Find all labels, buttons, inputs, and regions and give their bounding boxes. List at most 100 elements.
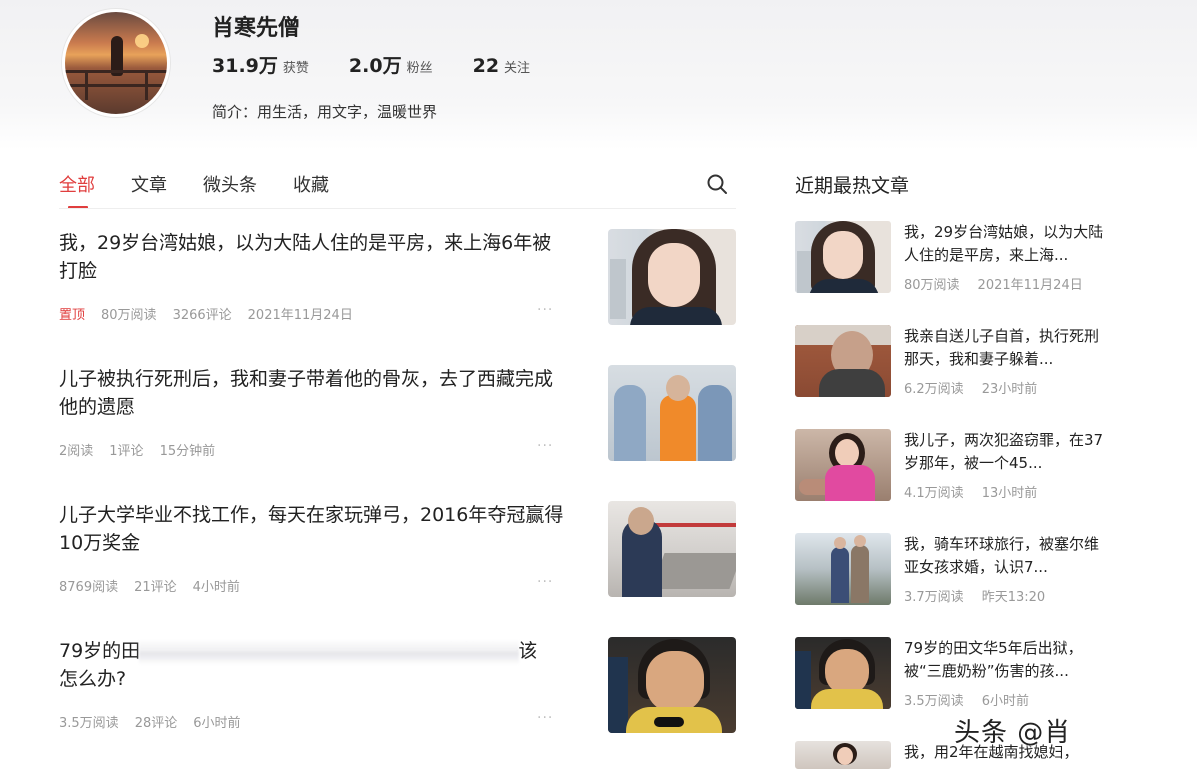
thumbnail-table-shape: [651, 553, 736, 589]
sidebar-article-thumbnail[interactable]: [795, 741, 891, 769]
thumbnail-body-shape: [809, 279, 879, 293]
thumbnail-banner-shape: [648, 523, 736, 527]
more-options-icon[interactable]: ···: [537, 438, 553, 454]
feed-item[interactable]: 79岁的田害的孩子该 怎么办? 3.5万阅读 28评论 6小时前 ···: [59, 637, 736, 737]
watermark-text: 头条 @肖: [954, 718, 1072, 748]
sidebar-article-title[interactable]: 我，骑车环球旅行，被塞尔维亚女孩求婚，认识7...: [904, 533, 1104, 579]
more-options-icon[interactable]: ···: [537, 710, 553, 726]
sidebar-article[interactable]: 我，骑车环球旅行，被塞尔维亚女孩求婚，认识7... 3.7万阅读 昨天13:20: [795, 533, 1105, 613]
avatar-railing-post: [145, 70, 148, 100]
sidebar-article-title[interactable]: 我儿子，两次犯盗窃罪，在37岁那年，被一个45...: [904, 429, 1104, 475]
thumbnail-head-shape: [834, 537, 846, 549]
thumbnail-figure-shape: [698, 385, 732, 461]
publish-time: 6小时前: [981, 694, 1029, 709]
tab-favorites[interactable]: 收藏: [293, 171, 329, 197]
sidebar-article-meta: 80万阅读 2021年11月24日: [904, 274, 1101, 293]
thumbnail-head-shape: [854, 535, 866, 547]
sidebar-article-thumbnail[interactable]: [795, 325, 891, 397]
feed-item-title[interactable]: 儿子大学毕业不找工作，每天在家玩弹弓，2016年夺冠赢得10万奖金: [59, 501, 569, 557]
publish-time: 2021年11月24日: [247, 308, 353, 323]
thumbnail-figure-shape: [851, 545, 869, 603]
sidebar-article-meta: 6.2万阅读 23小时前: [904, 378, 1055, 397]
feed-item-thumbnail[interactable]: [608, 637, 736, 733]
read-count: 6.2万阅读: [904, 382, 964, 397]
stat-following[interactable]: 22 关注: [473, 55, 530, 77]
sidebar-article-thumbnail[interactable]: [795, 533, 891, 605]
tab-all[interactable]: 全部: [59, 171, 95, 197]
avatar-railing-shape: [65, 84, 167, 87]
feed-item-meta: 置顶 80万阅读 3266评论 2021年11月24日: [59, 304, 369, 323]
thumbnail-figure-shape: [614, 385, 646, 461]
thumbnail-building-shape: [610, 259, 626, 319]
profile-bio: 简介：用生活，用文字，温暖世界: [212, 103, 438, 121]
stat-followers[interactable]: 2.0万 粉丝: [349, 51, 433, 78]
tab-micro-posts[interactable]: 微头条: [203, 171, 257, 197]
comment-count[interactable]: 1评论: [109, 440, 143, 459]
thumbnail-body-shape: [630, 307, 722, 325]
sidebar-article[interactable]: 79岁的田文华5年后出狱，被“三鹿奶粉”伤害的孩... 3.5万阅读 6小时前: [795, 637, 1105, 717]
feed-item-thumbnail[interactable]: [608, 229, 736, 325]
stat-value: 22: [472, 55, 500, 77]
thumbnail-face-shape: [648, 243, 700, 307]
sidebar-article-meta: 4.1万阅读 13小时前: [904, 482, 1055, 501]
pinned-badge: 置顶: [59, 308, 86, 323]
search-icon[interactable]: [706, 173, 728, 195]
tabs-divider: [59, 208, 736, 209]
sidebar-article-title[interactable]: 我，29岁台湾姑娘，以为大陆人住的是平房，来上海...: [904, 221, 1104, 267]
sidebar-article[interactable]: 我，29岁台湾姑娘，以为大陆人住的是平房，来上海... 80万阅读 2021年1…: [795, 221, 1105, 301]
thumbnail-face-shape: [837, 747, 853, 765]
thumbnail-body-shape: [811, 689, 883, 709]
sidebar-article-title[interactable]: 我亲自送儿子自首，执行死刑那天，我和妻子躲着...: [904, 325, 1104, 371]
sidebar-title: 近期最热文章: [795, 175, 910, 197]
publish-time: 2021年11月24日: [977, 278, 1083, 293]
stat-value: 31.9万: [212, 55, 278, 77]
thumbnail-figure-shape: [795, 651, 811, 709]
sidebar-article-thumbnail[interactable]: [795, 221, 891, 293]
sidebar-article[interactable]: 我儿子，两次犯盗窃罪，在37岁那年，被一个45... 4.1万阅读 13小时前: [795, 429, 1105, 509]
profile-header-background: [0, 0, 1197, 150]
thumbnail-body-shape: [825, 465, 875, 501]
thumbnail-face-shape: [823, 231, 863, 279]
read-count: 8769阅读: [59, 580, 119, 595]
feed-item-title[interactable]: 我，29岁台湾姑娘，以为大陆人住的是平房，来上海6年被打脸: [59, 229, 569, 285]
feed-item[interactable]: 儿子大学毕业不找工作，每天在家玩弹弓，2016年夺冠赢得10万奖金 8769阅读…: [59, 501, 736, 601]
publish-time: 昨天13:20: [981, 590, 1046, 605]
feed-item-meta: 3.5万阅读 28评论 6小时前: [59, 712, 257, 731]
feed-item-title[interactable]: 儿子被执行死刑后，我和妻子带着他的骨灰，去了西藏完成他的遗愿: [59, 365, 569, 421]
profile-name: 肖寒先僧: [212, 16, 301, 41]
thumbnail-mic-shape: [654, 717, 684, 727]
thumbnail-face-shape: [835, 439, 859, 467]
thumbnail-head-shape: [666, 375, 690, 401]
sidebar-article-meta: 3.7万阅读 昨天13:20: [904, 586, 1063, 605]
publish-time: 4小时前: [192, 580, 240, 595]
feed-item-thumbnail[interactable]: [608, 365, 736, 461]
read-count: 80万阅读: [904, 278, 960, 293]
stat-value: 2.0万: [348, 55, 402, 77]
more-options-icon[interactable]: ···: [537, 302, 553, 318]
feed-item[interactable]: 我，29岁台湾姑娘，以为大陆人住的是平房，来上海6年被打脸 置顶 80万阅读 3…: [59, 229, 736, 329]
stat-likes: 31.9万 获赞: [212, 51, 309, 78]
sidebar-article-meta: 3.5万阅读 6小时前: [904, 690, 1047, 709]
avatar-railing-post: [85, 70, 88, 100]
thumbnail-body-shape: [819, 369, 885, 397]
read-count: 2阅读: [59, 444, 94, 459]
comment-count[interactable]: 28评论: [135, 712, 178, 731]
tab-articles[interactable]: 文章: [131, 171, 167, 197]
more-options-icon[interactable]: ···: [537, 574, 553, 590]
feed-item[interactable]: 儿子被执行死刑后，我和妻子带着他的骨灰，去了西藏完成他的遗愿 2阅读 1评论 1…: [59, 365, 736, 465]
avatar-sun-shape: [135, 34, 149, 48]
feed-item-title-start: 79岁的田: [59, 640, 141, 662]
read-count: 3.7万阅读: [904, 590, 964, 605]
content-tabs: 全部 文章 微头条 收藏: [59, 171, 365, 197]
sidebar-article-thumbnail[interactable]: [795, 429, 891, 501]
comment-count[interactable]: 3266评论: [173, 304, 232, 323]
publish-time: 6小时前: [193, 716, 241, 731]
thumbnail-face-shape: [646, 651, 704, 713]
sidebar-article-thumbnail[interactable]: [795, 637, 891, 709]
read-count: 80万阅读: [101, 308, 157, 323]
avatar[interactable]: [62, 9, 170, 117]
sidebar-article-title[interactable]: 79岁的田文华5年后出狱，被“三鹿奶粉”伤害的孩...: [904, 637, 1104, 683]
comment-count[interactable]: 21评论: [134, 576, 177, 595]
feed-item-thumbnail[interactable]: [608, 501, 736, 597]
sidebar-article[interactable]: 我亲自送儿子自首，执行死刑那天，我和妻子躲着... 6.2万阅读 23小时前: [795, 325, 1105, 405]
